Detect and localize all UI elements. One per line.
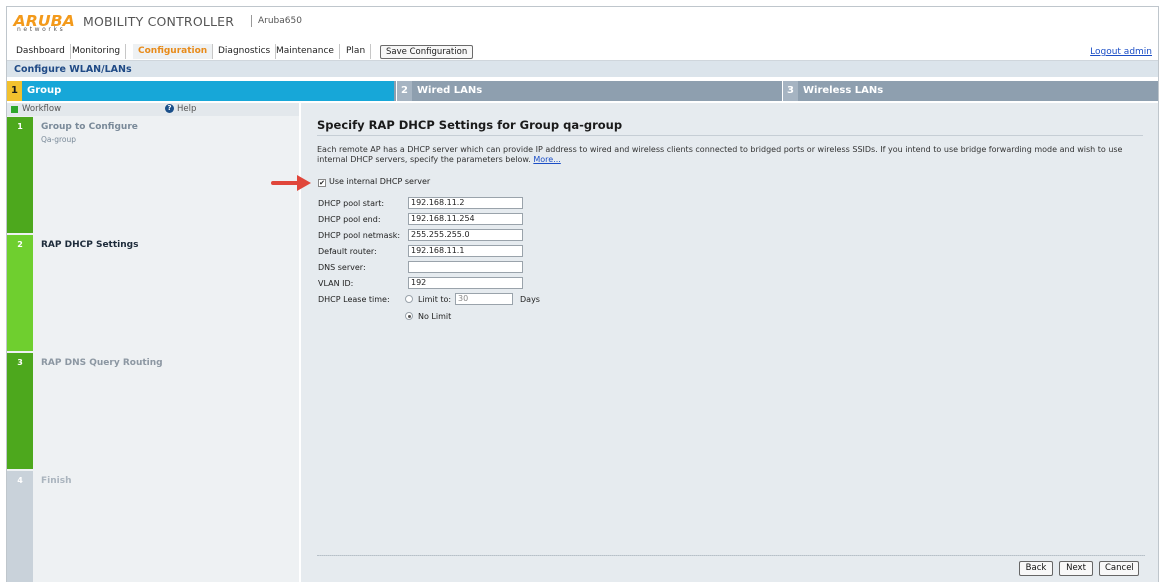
workflow-step-group-to-configure[interactable]: 1 Group to Configure Qa-group — [7, 117, 299, 233]
workflow-step-number: 4 — [17, 476, 23, 485]
wizard-step-number: 3 — [783, 81, 798, 101]
device-name: Aruba650 — [258, 16, 302, 26]
next-button[interactable]: Next — [1059, 561, 1093, 576]
title-separator — [251, 15, 252, 27]
workflow-panel: Workflow ? Help 1 Group to Configure Qa-… — [7, 103, 299, 582]
help-icon[interactable]: ? — [165, 104, 174, 113]
dns-server-label: DNS server: — [318, 263, 366, 272]
default-router-label: Default router: — [318, 247, 377, 256]
workflow-header: Workflow ? Help — [7, 103, 299, 116]
pool-start-input[interactable]: 192.168.11.2 — [408, 197, 523, 209]
workflow-step-number: 2 — [17, 240, 23, 249]
lease-time-row: DHCP Lease time: Limit to: 30 Days — [318, 293, 578, 306]
workflow-step-number: 1 — [17, 122, 23, 131]
wizard-step-wired-lans[interactable]: 2 Wired LANs — [396, 81, 782, 101]
main-content: Specify RAP DHCP Settings for Group qa-g… — [301, 103, 1158, 582]
no-limit-radio[interactable] — [405, 312, 413, 320]
workflow-step-title: RAP DNS Query Routing — [41, 358, 163, 368]
product-title: MOBILITY CONTROLLER — [83, 14, 235, 29]
wizard-step-number: 1 — [7, 81, 22, 101]
dns-server-input[interactable] — [408, 261, 523, 273]
workflow-step-bar — [7, 471, 33, 582]
netmask-label: DHCP pool netmask: — [318, 231, 401, 240]
tab-configuration[interactable]: Configuration — [133, 44, 214, 59]
tab-monitoring[interactable]: Monitoring — [67, 44, 127, 59]
use-internal-dhcp-label: Use internal DHCP server — [329, 177, 431, 186]
workflow-step-bar — [7, 117, 33, 233]
tab-diagnostics[interactable]: Diagnostics — [213, 44, 277, 59]
logo-subtext: networks — [17, 26, 66, 33]
save-configuration-button[interactable]: Save Configuration — [380, 45, 474, 59]
more-link[interactable]: More... — [533, 155, 560, 164]
vlan-id-label: VLAN ID: — [318, 279, 354, 288]
logout-link[interactable]: Logout admin — [1090, 47, 1152, 57]
tab-plan[interactable]: Plan — [341, 44, 372, 59]
workflow-step-title: RAP DHCP Settings — [41, 240, 139, 250]
use-internal-dhcp-checkbox[interactable]: ✔ — [318, 179, 326, 187]
workflow-step-bar — [7, 235, 33, 351]
workflow-step-rap-dns-query-routing[interactable]: 3 RAP DNS Query Routing — [7, 353, 299, 469]
wizard-step-group[interactable]: 1 Group — [7, 81, 394, 101]
netmask-input[interactable]: 255.255.255.0 — [408, 229, 523, 241]
back-button[interactable]: Back — [1019, 561, 1053, 576]
cancel-button[interactable]: Cancel — [1099, 561, 1139, 576]
pool-end-input[interactable]: 192.168.11.254 — [408, 213, 523, 225]
tab-maintenance[interactable]: Maintenance — [271, 44, 340, 59]
description: Each remote AP has a DHCP server which c… — [317, 145, 1147, 165]
lease-time-label: DHCP Lease time: — [318, 295, 390, 304]
wizard-step-wireless-lans[interactable]: 3 Wireless LANs — [782, 81, 1158, 101]
page-title-bar: Configure WLAN/LANs — [7, 60, 1158, 77]
section-title: Specify RAP DHCP Settings for Group qa-g… — [317, 118, 623, 132]
section-divider — [317, 135, 1143, 136]
wizard-step-label: Group — [27, 85, 62, 96]
workflow-label[interactable]: Workflow — [22, 104, 61, 114]
workflow-step-number: 3 — [17, 358, 23, 367]
main-nav: Dashboard Monitoring Configuration Diagn… — [7, 44, 1158, 59]
description-text: Each remote AP has a DHCP server which c… — [317, 145, 1123, 164]
workflow-step-rap-dhcp-settings[interactable]: 2 RAP DHCP Settings — [7, 235, 299, 351]
workflow-step-bar — [7, 353, 33, 469]
no-limit-label: No Limit — [418, 312, 452, 321]
wizard-bar: 1 Group 2 Wired LANs 3 Wireless LANs — [7, 81, 1158, 101]
pool-start-label: DHCP pool start: — [318, 199, 385, 208]
default-router-input[interactable]: 192.168.11.1 — [408, 245, 523, 257]
limit-days-input[interactable]: 30 — [455, 293, 513, 305]
help-label[interactable]: Help — [177, 104, 196, 114]
header: ARUBA networks MOBILITY CONTROLLER Aruba… — [7, 7, 1158, 37]
tab-dashboard[interactable]: Dashboard — [11, 44, 71, 59]
annotation-arrow-icon — [271, 175, 311, 191]
workflow-step-sub: Qa-group — [41, 135, 76, 144]
app-frame: ARUBA networks MOBILITY CONTROLLER Aruba… — [6, 6, 1159, 582]
vlan-id-input[interactable]: 192 — [408, 277, 523, 289]
workflow-step-title: Finish — [41, 476, 72, 486]
workflow-square-icon — [11, 106, 18, 113]
wizard-step-label: Wireless LANs — [803, 85, 884, 96]
wizard-step-label: Wired LANs — [417, 85, 483, 96]
workflow-step-finish[interactable]: 4 Finish — [7, 471, 299, 582]
no-limit-row: No Limit — [318, 310, 518, 323]
limit-to-label: Limit to: — [418, 295, 452, 304]
limit-to-radio[interactable] — [405, 295, 413, 303]
aruba-logo: ARUBA networks — [14, 12, 75, 34]
days-label: Days — [520, 295, 540, 304]
pool-end-label: DHCP pool end: — [318, 215, 381, 224]
workflow-step-title: Group to Configure — [41, 122, 138, 132]
footer-divider — [317, 555, 1145, 556]
page-title: Configure WLAN/LANs — [14, 64, 132, 75]
use-internal-dhcp-row[interactable]: ✔ Use internal DHCP server — [318, 177, 430, 187]
wizard-step-number: 2 — [397, 81, 412, 101]
